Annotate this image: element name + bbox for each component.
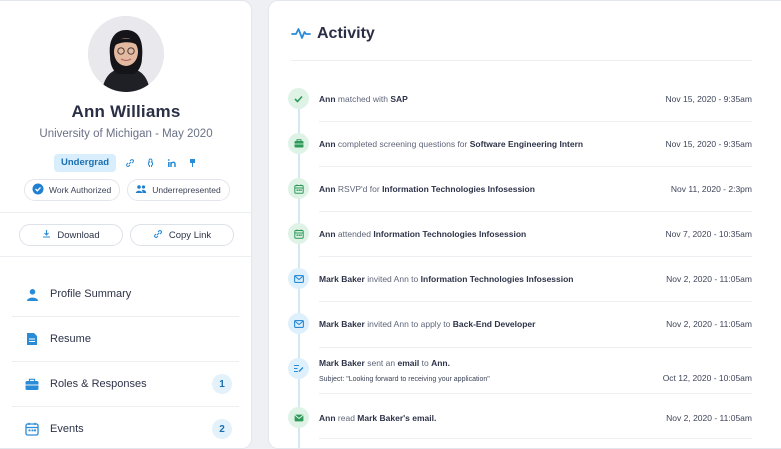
email-subject: Subject: "Looking forward to receiving y… <box>319 376 490 383</box>
document-icon <box>24 331 40 347</box>
mail-open-icon <box>288 407 309 428</box>
activity-row[interactable]: Ann attended Information Technologies In… <box>287 211 752 256</box>
link-icon <box>153 229 163 242</box>
profile-name: Ann Williams <box>71 102 181 121</box>
divider <box>0 256 251 257</box>
nav-roles-responses[interactable]: Roles & Responses 1 <box>12 362 239 407</box>
nav-resume[interactable]: Resume <box>12 317 239 362</box>
activity-row[interactable]: Ann RSVP'd for Information Technologies … <box>287 166 752 211</box>
underrepresented-badge: Underrepresented <box>127 179 230 201</box>
activity-date: Oct 12, 2020 - 10:05am <box>662 373 752 383</box>
activity-row[interactable]: Ann read Mark Baker's email. Nov 2, 2020… <box>287 395 752 440</box>
activity-date: Nov 2, 2020 - 11:05am <box>666 318 752 329</box>
activity-date: Nov 2, 2020 - 11:05am <box>666 412 752 423</box>
profile-school: University of Michigan - May 2020 <box>39 128 213 140</box>
person-icon <box>24 286 40 302</box>
activity-date: Nov 15, 2020 - 9:35am <box>665 93 752 104</box>
briefcase-icon <box>288 133 309 154</box>
verified-icon <box>32 183 44 197</box>
divider <box>0 212 251 213</box>
download-button[interactable]: Download <box>19 224 123 246</box>
activity-row[interactable]: Ann completed screening questions for So… <box>287 121 752 166</box>
nav-events[interactable]: Events 2 <box>12 407 239 448</box>
mail-icon <box>288 268 309 289</box>
calendar-icon <box>24 421 40 437</box>
nav-profile-summary[interactable]: Profile Summary <box>12 272 239 317</box>
copy-link-button[interactable]: Copy Link <box>130 224 234 246</box>
activity-row[interactable]: Mark Baker invited Ann to Information Te… <box>287 256 752 301</box>
divider <box>319 393 752 394</box>
roles-count-badge: 1 <box>212 374 232 394</box>
work-authorized-badge: Work Authorized <box>24 179 121 201</box>
activity-date: Nov 15, 2020 - 9:35am <box>665 138 752 149</box>
briefcase-icon <box>24 376 40 392</box>
activity-date: Nov 7, 2020 - 10:35am <box>665 228 752 239</box>
badge-row: Work Authorized Underrepresented <box>24 179 230 201</box>
undergrad-tag: Undergrad <box>54 154 117 172</box>
activity-row[interactable]: Mark Baker invited Ann to apply to Back-… <box>287 301 752 346</box>
pulse-icon <box>291 26 311 45</box>
compose-icon <box>288 358 309 379</box>
profile-panel: Ann Williams University of Michigan - Ma… <box>0 0 252 449</box>
activity-row[interactable]: Ann matched with SAP Nov 15, 2020 - 9:35… <box>287 76 752 121</box>
tag-row: Undergrad <box>54 154 200 172</box>
events-count-badge: 2 <box>212 419 232 439</box>
activity-row[interactable]: Mark Baker sent an email to Ann. Subject… <box>287 347 752 393</box>
link-icon[interactable] <box>122 156 137 171</box>
activity-title: Activity <box>317 25 375 42</box>
divider <box>319 438 752 439</box>
people-icon <box>135 183 147 197</box>
activity-date: Nov 2, 2020 - 11:05am <box>666 273 752 284</box>
linkedin-icon[interactable] <box>164 156 179 171</box>
avatar[interactable] <box>88 16 164 92</box>
github-icon[interactable] <box>143 156 158 171</box>
calendar-icon <box>288 178 309 199</box>
download-icon <box>42 229 51 241</box>
divider <box>291 60 752 61</box>
check-icon <box>288 88 309 109</box>
calendar-icon <box>288 223 309 244</box>
dribbble-icon[interactable] <box>185 156 200 171</box>
activity-date: Nov 11, 2020 - 2:3pm <box>670 183 752 194</box>
activity-panel: Activity Ann matched with SAP Nov 15, 20… <box>268 0 781 449</box>
mail-icon <box>288 313 309 334</box>
